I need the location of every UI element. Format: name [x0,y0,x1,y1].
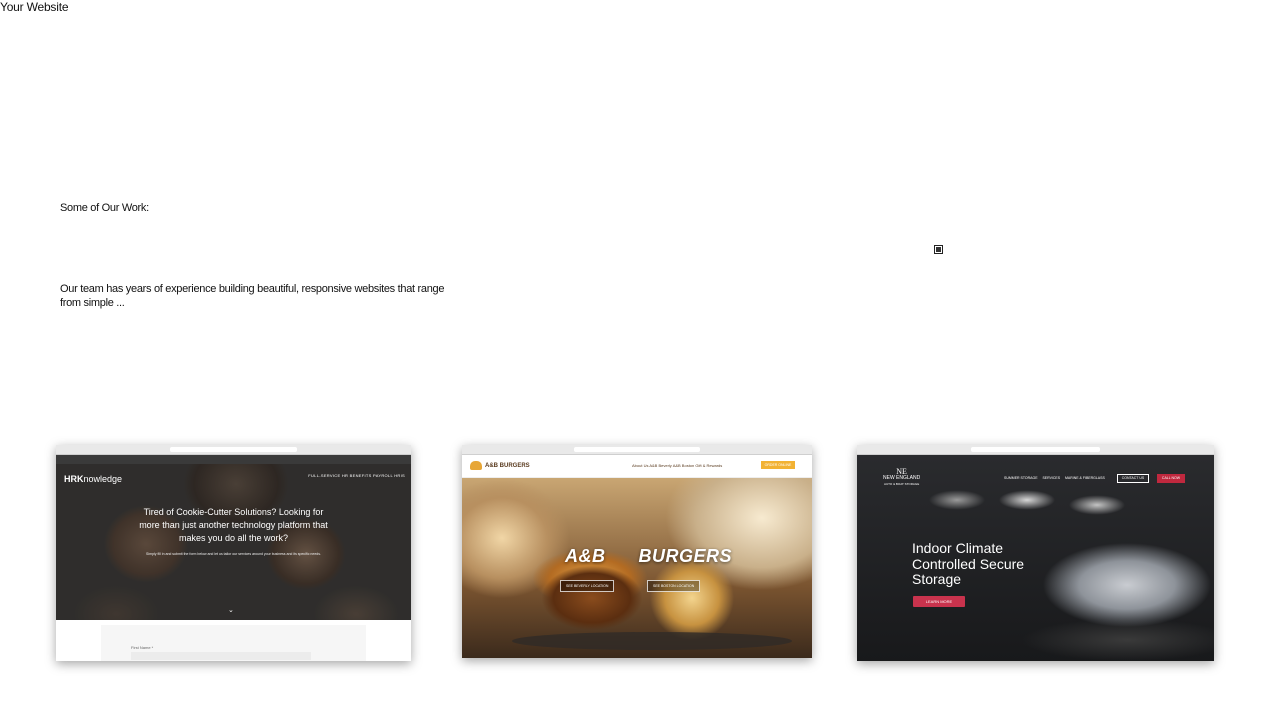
site-title[interactable]: Your Website [0,0,69,14]
hero-subtext: Simply fill in and submit the form below… [146,552,321,556]
learn-more-button: LEARN MORE [913,596,965,607]
hero-title: A&B BURGERS [565,546,733,566]
browser-chrome [857,445,1214,461]
ab-burgers-logo: A&B BURGERS [470,461,530,470]
site-header: A&B BURGERS About Us A&B Beverly A&B Bos… [462,455,812,478]
beverly-location-button: SEE BEVERLY LOCATION [560,580,615,592]
site-menu: SUMMER STORAGE SERVICES MARINE & FIBERGL… [1004,476,1105,480]
hrknowledge-logo: HRKnowledge [64,474,123,484]
burger-icon [470,461,482,470]
site-menu: FULL-SERVICE HR BENEFITS PAYROLL HRIS [308,473,405,478]
hero-image: HRKnowledge FULL-SERVICE HR BENEFITS PAY… [56,464,411,620]
browser-chrome [462,445,812,461]
chevron-down-icon: ⌄ [228,607,234,614]
order-online-button: ORDER ONLINE [761,461,795,469]
call-now-button: CALL NOW [1157,474,1185,483]
placeholder-image-icon [934,245,943,254]
boston-location-button: SEE BOSTON LOCATION [647,580,701,592]
hero-image: NE NEW ENGLAND AUTO & BOAT STORAGE SUMME… [857,455,1214,661]
browser-chrome [56,445,411,461]
intro-text: Our team has years of experience buildin… [60,283,445,309]
top-bar [56,455,411,464]
hero-headline: Tired of Cookie-Cutter Solutions? Lookin… [139,507,328,543]
form-label: First Name * [131,645,154,650]
portfolio-item-ab-burgers[interactable]: A&B BURGERS About Us A&B Beverly A&B Bos… [462,445,812,658]
site-menu: About Us A&B Beverly A&B Boston Gift & R… [632,463,723,468]
section-heading: Some of Our Work: [60,202,149,214]
hero-image: A&B BURGERS SEE BEVERLY LOCATION SEE BOS… [462,478,812,658]
contact-us-button: CONTACT US [1117,474,1149,483]
contact-form-preview: First Name * [56,620,411,661]
portfolio-item-new-england-storage[interactable]: NE NEW ENGLAND AUTO & BOAT STORAGE SUMME… [857,445,1214,661]
portfolio-item-hrknowledge[interactable]: HRKnowledge FULL-SERVICE HR BENEFITS PAY… [56,445,411,661]
new-england-logo: NE NEW ENGLAND AUTO & BOAT STORAGE [883,467,921,487]
form-field [131,652,311,660]
hero-headline: Indoor Climate Controlled Secure Storage [912,540,1025,587]
